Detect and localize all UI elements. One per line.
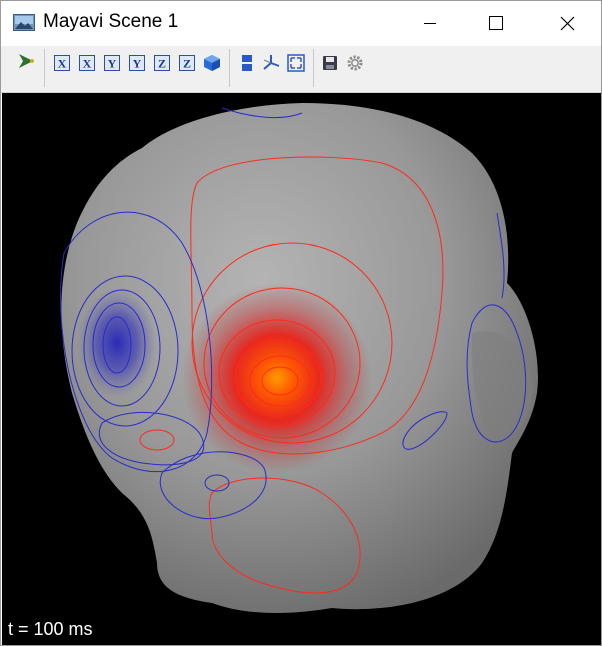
maximize-icon	[489, 16, 503, 30]
maximize-button[interactable]	[467, 1, 525, 45]
app-icon	[13, 14, 35, 31]
view-y-minus-button[interactable]: Y	[103, 54, 121, 72]
view-y-plus-icon: Y	[129, 55, 145, 71]
axis-letter: Z	[183, 57, 191, 71]
pipeline-icon	[19, 54, 34, 68]
configure-scene-icon	[347, 55, 363, 71]
parallel-projection-icon	[242, 55, 252, 71]
view-y-minus-icon: Y	[104, 55, 120, 71]
scene-toolbar: X X Y Y Z Z	[1, 46, 601, 93]
view-z-minus-icon: Z	[154, 55, 170, 71]
toolbar-separator	[44, 49, 45, 87]
close-icon	[560, 16, 574, 30]
full-screen-icon	[287, 54, 305, 72]
toolbar-separator	[313, 49, 314, 87]
full-screen-button[interactable]	[287, 54, 305, 72]
view-x-plus-icon: X	[79, 55, 95, 71]
parallel-projection-button[interactable]	[238, 54, 256, 72]
view-x-minus-button[interactable]: X	[53, 54, 71, 72]
axis-letter: Y	[108, 57, 117, 71]
view-z-plus-button[interactable]: Z	[178, 54, 196, 72]
save-button[interactable]	[321, 54, 339, 72]
view-y-plus-button[interactable]: Y	[128, 54, 146, 72]
window-title: Mayavi Scene 1	[43, 11, 179, 32]
close-button[interactable]	[538, 1, 596, 45]
minimize-icon	[424, 23, 436, 24]
view-x-minus-icon: X	[54, 55, 70, 71]
toggle-axes-indicator-icon	[263, 55, 280, 70]
axis-letter: Z	[158, 57, 166, 71]
view-z-plus-icon: Z	[179, 55, 195, 71]
3d-scene-viewport[interactable]: t = 100 ms	[2, 93, 601, 645]
isometric-view-button[interactable]	[203, 54, 221, 72]
view-z-minus-button[interactable]: Z	[153, 54, 171, 72]
axis-letter: X	[58, 57, 67, 71]
title-bar[interactable]: Mayavi Scene 1	[1, 1, 601, 45]
time-label: t = 100 ms	[8, 619, 93, 639]
mayavi-window: Mayavi Scene 1 X X Y Y Z Z t = 100 ms	[0, 0, 602, 646]
axis-letter: X	[83, 57, 92, 71]
minimize-button[interactable]	[401, 1, 459, 45]
save-icon	[323, 56, 337, 70]
isometric-view-icon	[204, 55, 220, 71]
toolbar-separator	[229, 49, 230, 87]
axis-letter: Y	[133, 57, 142, 71]
view-x-plus-button[interactable]: X	[78, 54, 96, 72]
positive-peak	[182, 283, 372, 473]
pipeline-button[interactable]	[17, 52, 35, 70]
configure-scene-button[interactable]	[346, 54, 364, 72]
head-render	[60, 103, 538, 613]
toggle-axes-button[interactable]	[262, 54, 280, 72]
